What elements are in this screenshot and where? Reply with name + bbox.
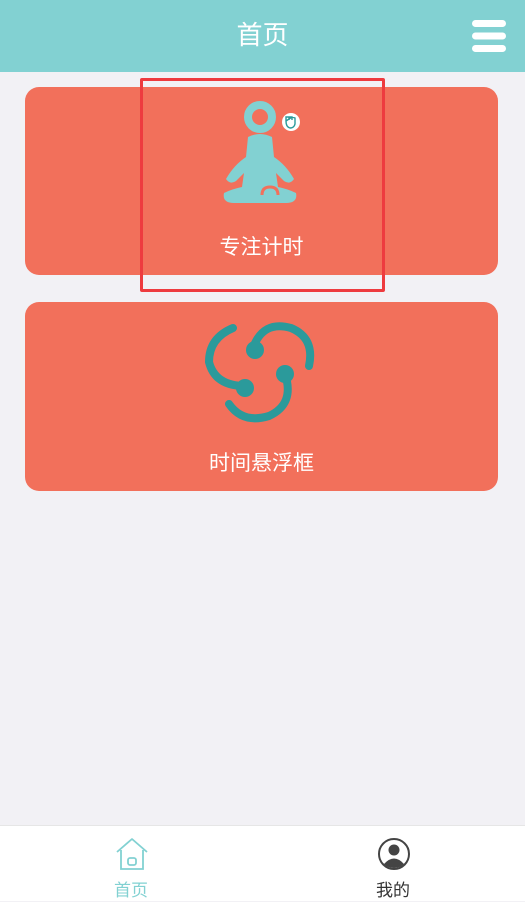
tab-mine[interactable]: 我的: [262, 826, 524, 902]
menu-button[interactable]: [470, 18, 510, 54]
floating-clock-card[interactable]: 时间悬浮框: [25, 302, 498, 491]
tab-home-label: 首页: [114, 881, 148, 901]
swirl-icon: [204, 322, 315, 423]
meditation-icon: [223, 101, 300, 203]
focus-timer-card[interactable]: 专注计时: [25, 87, 498, 275]
focus-timer-label: 专注计时: [219, 235, 304, 259]
hamburger-menu-icon: [472, 20, 506, 52]
top-header: 首页: [0, 0, 525, 72]
user-icon: [378, 838, 410, 870]
floating-clock-label: 时间悬浮框: [209, 451, 314, 475]
bottom-tabbar: 首页 我的: [0, 825, 525, 901]
home-icon: [116, 838, 148, 870]
tab-mine-label: 我的: [376, 881, 410, 901]
page-title: 首页: [236, 21, 289, 51]
tab-home[interactable]: 首页: [0, 826, 262, 902]
